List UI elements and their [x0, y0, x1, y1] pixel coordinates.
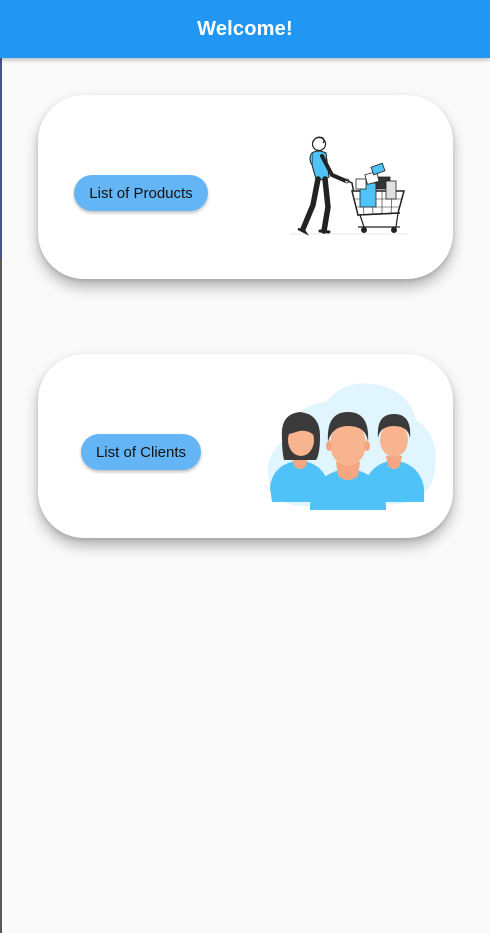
app-bar: Welcome!: [0, 0, 490, 58]
list-of-clients-button[interactable]: List of Clients: [81, 434, 201, 470]
app-bar-title: Welcome!: [197, 17, 293, 40]
list-of-products-button[interactable]: List of Products: [74, 175, 208, 211]
people-group-icon: [267, 383, 436, 510]
left-edge-accent: [0, 58, 2, 258]
products-card: List of Products: [38, 95, 453, 279]
app-screen: Welcome! List of Products List of Client…: [0, 0, 490, 933]
shopping-cart-person-icon: [290, 136, 408, 236]
clients-card: List of Clients: [38, 354, 453, 538]
